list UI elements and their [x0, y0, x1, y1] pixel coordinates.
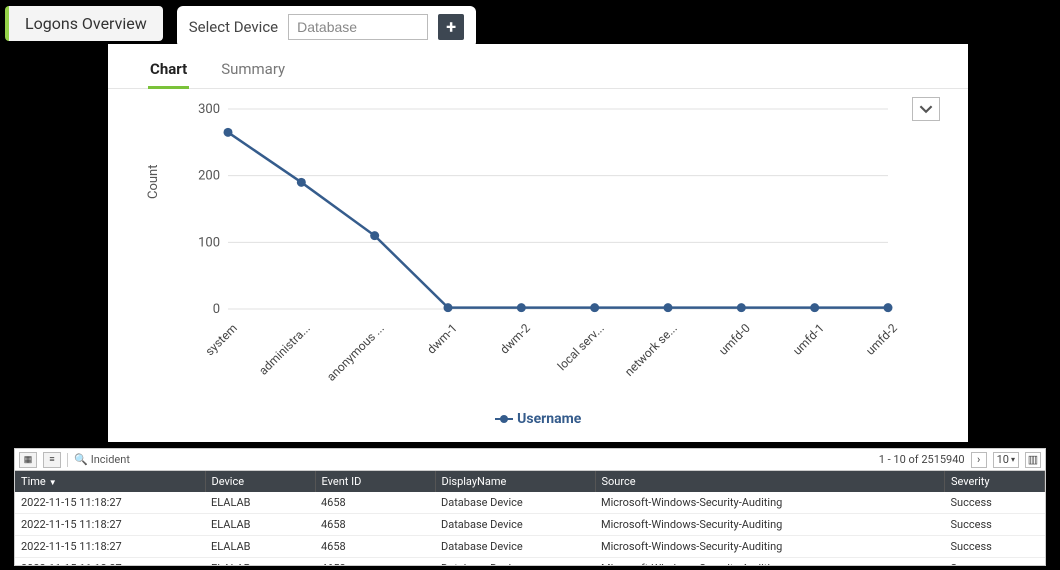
- table-row[interactable]: 2022-11-15 11:18:27ELALAB4658Database De…: [15, 514, 1045, 536]
- cell-device: ELALAB: [205, 558, 315, 567]
- cell-source: Microsoft-Windows-Security-Auditing: [595, 536, 945, 558]
- cell-device: ELALAB: [205, 492, 315, 514]
- chart-menu-button[interactable]: [912, 97, 940, 121]
- svg-text:300: 300: [198, 102, 220, 117]
- chevron-down-icon: [919, 102, 933, 116]
- toolbar-separator: [67, 453, 68, 467]
- cell-source: Microsoft-Windows-Security-Auditing: [595, 492, 945, 514]
- col-source[interactable]: Source: [595, 471, 945, 492]
- col-severity-label: Severity: [951, 475, 990, 488]
- columns-button[interactable]: ▥: [1025, 452, 1041, 468]
- cell-severity: Success: [945, 536, 1045, 558]
- cell-time: 2022-11-15 11:18:27: [15, 514, 205, 536]
- cell-event_id: 4658: [315, 558, 435, 567]
- cell-display: Database Device: [435, 558, 595, 567]
- sort-desc-icon: ▼: [49, 478, 57, 487]
- tab-summary[interactable]: Summary: [219, 54, 287, 88]
- plus-icon: +: [446, 17, 456, 38]
- caret-down-icon: ▾: [1011, 455, 1015, 464]
- chevron-right-icon: ›: [977, 453, 980, 466]
- table-row[interactable]: 2022-11-15 11:18:27ELALAB4658Database De…: [15, 492, 1045, 514]
- col-displayname[interactable]: DisplayName: [435, 471, 595, 492]
- search-icon: 🔍: [74, 453, 88, 466]
- events-grid: ▦ ≡ 🔍 Incident 1 - 10 of 2515940 › 10▾ ▥…: [14, 448, 1046, 566]
- cell-source: Microsoft-Windows-Security-Auditing: [595, 558, 945, 567]
- chart-legend: Username: [108, 411, 968, 427]
- columns-icon: ▥: [1028, 453, 1038, 466]
- legend-series-label: Username: [517, 411, 581, 427]
- cell-event_id: 4658: [315, 536, 435, 558]
- cell-device: ELALAB: [205, 514, 315, 536]
- col-device-label: Device: [212, 475, 245, 488]
- next-page-button[interactable]: ›: [971, 452, 987, 468]
- col-time-label: Time: [21, 475, 46, 488]
- cell-event_id: 4658: [315, 492, 435, 514]
- chart-panel: Chart Summary Count 0100200300 systemadm…: [108, 44, 968, 442]
- table-icon: ▦: [24, 455, 33, 465]
- col-eventid[interactable]: Event ID: [315, 471, 435, 492]
- select-device-label: Select Device: [189, 18, 278, 36]
- cell-display: Database Device: [435, 536, 595, 558]
- device-selector-panel: Select Device +: [177, 6, 476, 48]
- incident-filter[interactable]: 🔍 Incident: [74, 453, 130, 466]
- svg-text:100: 100: [198, 235, 220, 250]
- cell-device: ELALAB: [205, 536, 315, 558]
- table-row[interactable]: 2022-11-15 11:18:27ELALAB4658Database De…: [15, 536, 1045, 558]
- col-eventid-label: Event ID: [322, 475, 362, 488]
- cell-severity: Success: [945, 514, 1045, 536]
- line-chart: 0 100 200 300: [188, 89, 908, 349]
- cell-time: 2022-11-15 11:18:27: [15, 536, 205, 558]
- col-time[interactable]: Time▼: [15, 471, 205, 492]
- col-severity[interactable]: Severity: [945, 471, 1045, 492]
- cell-time: 2022-11-15 11:18:27: [15, 492, 205, 514]
- grid-view-list-button[interactable]: ≡: [43, 452, 61, 468]
- cell-display: Database Device: [435, 514, 595, 536]
- tab-chart[interactable]: Chart: [148, 54, 189, 89]
- list-icon: ≡: [49, 454, 54, 465]
- table-row[interactable]: 2022-11-15 11:18:27ELALAB4658Database De…: [15, 558, 1045, 567]
- device-search-input[interactable]: [288, 14, 428, 40]
- cell-severity: Success: [945, 492, 1045, 514]
- cell-time: 2022-11-15 11:18:27: [15, 558, 205, 567]
- col-device[interactable]: Device: [205, 471, 315, 492]
- pagination-info: 1 - 10 of 2515940: [879, 453, 965, 466]
- page-title: Logons Overview: [25, 14, 147, 33]
- page-size-selector[interactable]: 10▾: [993, 452, 1019, 468]
- cell-display: Database Device: [435, 492, 595, 514]
- y-axis-label: Count: [146, 165, 161, 199]
- page-size-value: 10: [997, 453, 1009, 466]
- add-device-button[interactable]: +: [438, 14, 464, 40]
- svg-text:200: 200: [198, 169, 220, 184]
- cell-severity: Success: [945, 558, 1045, 567]
- cell-event_id: 4658: [315, 514, 435, 536]
- grid-view-table-button[interactable]: ▦: [19, 452, 37, 468]
- svg-text:0: 0: [213, 302, 220, 317]
- incident-filter-label: Incident: [91, 453, 130, 466]
- col-displayname-label: DisplayName: [442, 475, 507, 488]
- table-header-row: Time▼ Device Event ID DisplayName Source…: [15, 471, 1045, 492]
- cell-source: Microsoft-Windows-Security-Auditing: [595, 514, 945, 536]
- col-source-label: Source: [602, 475, 636, 488]
- page-title-pill[interactable]: Logons Overview: [5, 6, 163, 41]
- grid-toolbar: ▦ ≡ 🔍 Incident 1 - 10 of 2515940 › 10▾ ▥: [15, 449, 1045, 471]
